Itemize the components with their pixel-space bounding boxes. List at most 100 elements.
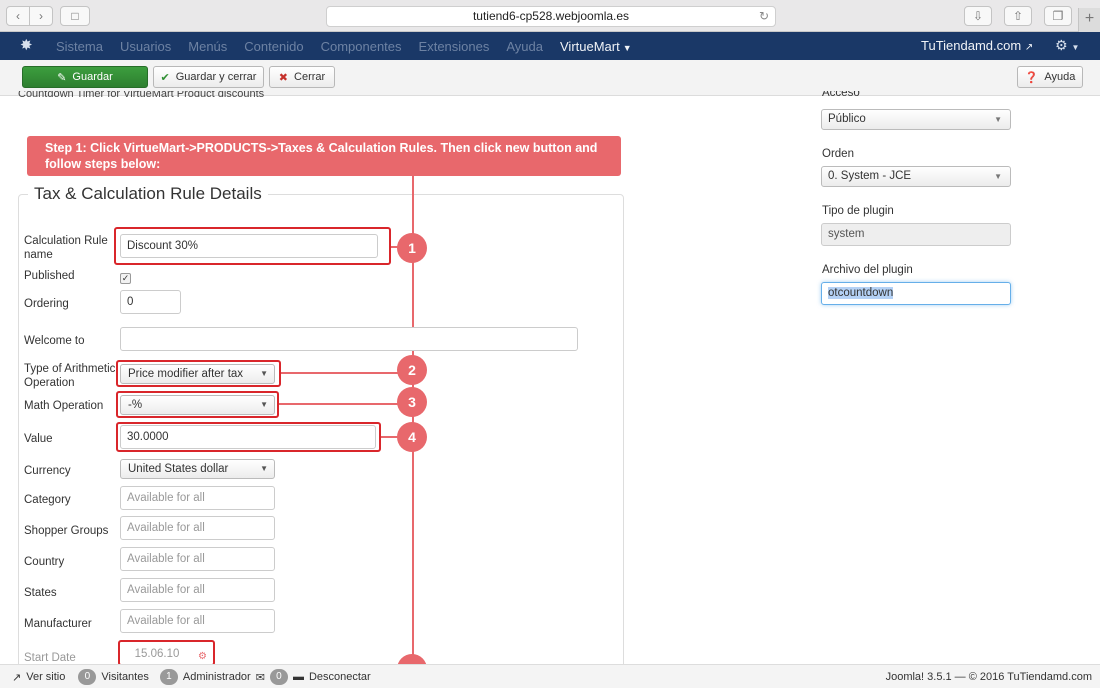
browser-chrome: ‹ › □ tutiend6-cp528.webjoomla.es ↻ ⇩ ⇧ … (0, 0, 1100, 32)
site-link-label: TuTiendamd.com (921, 38, 1022, 53)
site-link[interactable]: TuTiendamd.com ↗ (921, 38, 1033, 53)
category-label: Category (24, 494, 71, 506)
country-input[interactable]: Available for all (120, 547, 275, 571)
menu-usuarios[interactable]: Usuarios (120, 39, 171, 54)
shopper-groups-label: Shopper Groups (24, 525, 109, 537)
new-tab-icon[interactable]: + (1078, 8, 1100, 32)
menu-contenido[interactable]: Contenido (244, 39, 303, 54)
edit-icon: ✎ (57, 71, 67, 84)
manufacturer-label: Manufacturer (24, 618, 92, 630)
gear-icon[interactable]: ⚙ ▼ (1055, 37, 1079, 54)
acceso-select-value: Público (828, 113, 866, 125)
archivo-plugin-input[interactable]: otcountdown (821, 282, 1011, 305)
published-checkbox[interactable]: ✓ (120, 273, 131, 284)
help-button[interactable]: ❓ Ayuda (1017, 66, 1083, 88)
connector-2 (281, 372, 413, 374)
admin-menu: Sistema Usuarios Menús Contenido Compone… (56, 32, 649, 60)
shopper-groups-input[interactable]: Available for all (120, 516, 275, 540)
envelope-icon: ✉ (255, 671, 265, 684)
close-button-label: Cerrar (294, 71, 326, 83)
download-icon[interactable]: ⇩ (964, 6, 992, 26)
fieldset-legend: Tax & Calculation Rule Details (28, 184, 268, 204)
orden-label: Orden (822, 148, 854, 160)
admin-navbar: ✸ Sistema Usuarios Menús Contenido Compo… (0, 32, 1100, 60)
step-badge-2: 2 (397, 355, 427, 385)
ordering-label: Ordering (24, 298, 69, 310)
save-close-button-label: Guardar y cerrar (175, 71, 257, 83)
close-button[interactable]: ✖ Cerrar (269, 66, 335, 88)
save-close-button[interactable]: ✔ Guardar y cerrar (153, 66, 264, 88)
currency-select[interactable]: United States dollar ▼ (120, 459, 275, 479)
share-icon[interactable]: ⇧ (1004, 6, 1032, 26)
browser-nav: ‹ › (6, 6, 53, 26)
value-label: Value (24, 433, 53, 445)
acceso-select[interactable]: Público ▼ (821, 109, 1011, 130)
manufacturer-input[interactable]: Available for all (120, 609, 275, 633)
menu-virtuemart-label: VirtueMart (560, 38, 620, 54)
ordering-input[interactable]: 0 (120, 290, 181, 314)
states-label: States (24, 587, 57, 599)
tipo-plugin-input: system (821, 223, 1011, 246)
states-input[interactable]: Available for all (120, 578, 275, 602)
instruction-banner: Step 1: Click VirtueMart->PRODUCTS->Taxe… (27, 136, 621, 176)
math-label: Math Operation (24, 400, 104, 412)
url-text: tutiend6-cp528.webjoomla.es (472, 9, 630, 23)
step-badge-3: 3 (397, 387, 427, 417)
sidebar-toggle-icon[interactable]: □ (60, 6, 90, 26)
caret-down-icon: ▼ (994, 172, 1002, 181)
currency-label: Currency (24, 465, 71, 477)
save-button[interactable]: ✎ Guardar (22, 66, 148, 88)
orden-select[interactable]: 0. System - JCE ▼ (821, 166, 1011, 187)
browser-actions: ⇩ ⇧ ❐ (964, 6, 1072, 26)
ver-sitio-link[interactable]: Ver sitio (26, 671, 65, 683)
step-badge-4: 4 (397, 422, 427, 452)
acceso-label: Acceso (822, 91, 860, 104)
help-button-label: Ayuda (1044, 71, 1076, 83)
highlight-box-2 (116, 360, 281, 387)
menu-sistema[interactable]: Sistema (56, 39, 103, 54)
archivo-plugin-label: Archivo del plugin (822, 264, 913, 276)
published-label: Published (24, 270, 75, 282)
caret-down-icon: ▼ (622, 42, 632, 53)
url-bar[interactable]: tutiend6-cp528.webjoomla.es ↻ (326, 6, 776, 27)
menu-componentes[interactable]: Componentes (321, 39, 402, 54)
highlight-box-5 (118, 640, 215, 666)
external-link-icon: ↗ (1024, 42, 1034, 53)
highlight-box-1 (114, 227, 391, 265)
step-badge-1: 1 (397, 233, 427, 263)
highlight-box-4 (116, 422, 381, 452)
welcome-input[interactable] (120, 327, 578, 351)
messages-count-badge: 0 (269, 669, 288, 685)
caret-down-icon: ▼ (260, 464, 268, 473)
admin-label: Administrador (182, 671, 251, 683)
logout-link[interactable]: Desconectar (309, 671, 371, 683)
plugin-description-text: Countdown Timer for VirtueMart Product d… (18, 91, 265, 100)
rule-name-label: Calculation Rule name (24, 235, 108, 261)
back-icon[interactable]: ‹ (6, 6, 30, 26)
reload-icon[interactable]: ↻ (759, 7, 769, 26)
acceso-label-text: Acceso (822, 91, 860, 99)
close-circle-icon: ✖ (278, 71, 289, 84)
joomla-logo-icon[interactable]: ✸ (20, 38, 36, 54)
menu-menus[interactable]: Menús (188, 39, 227, 54)
footer-text: Joomla! 3.5.1 — © 2016 TuTiendamd.com (885, 671, 1092, 683)
minus-icon: ▬ (292, 671, 304, 683)
question-icon: ❓ (1024, 71, 1039, 84)
external-link-icon: ↗ (12, 671, 22, 684)
status-left: ↗ Ver sitio 0 Visitantes 1 Administrador… (12, 669, 371, 685)
country-label: Country (24, 556, 65, 568)
currency-select-value: United States dollar (128, 463, 229, 475)
status-bar: ↗ Ver sitio 0 Visitantes 1 Administrador… (0, 664, 1100, 688)
check-icon: ✔ (160, 71, 170, 84)
admin-count-badge: 1 (159, 669, 178, 685)
category-input[interactable]: Available for all (120, 486, 275, 510)
menu-virtuemart[interactable]: VirtueMart ▼ (560, 39, 632, 54)
plugin-description: Countdown Timer for VirtueMart Product d… (18, 91, 318, 104)
connector-3 (279, 403, 413, 405)
highlight-box-3 (116, 391, 279, 418)
forward-icon[interactable]: › (29, 6, 53, 26)
tabs-icon[interactable]: ❐ (1044, 6, 1072, 26)
menu-ayuda[interactable]: Ayuda (506, 39, 543, 54)
visitors-label: Visitantes (101, 671, 149, 683)
menu-extensiones[interactable]: Extensiones (419, 39, 490, 54)
